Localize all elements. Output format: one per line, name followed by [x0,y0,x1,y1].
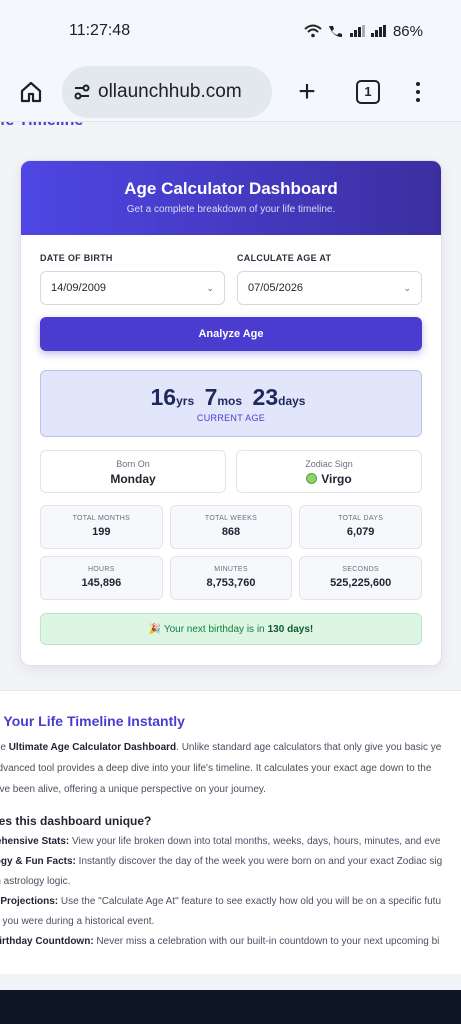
zodiac-label: Zodiac Sign [305,459,353,469]
card-title: Age Calculator Dashboard [124,179,338,198]
new-tab-button[interactable]: + [292,75,322,109]
status-time: 11:27:48 [69,22,131,39]
site-footer [0,990,461,1024]
stat-label: SECONDS [342,566,380,573]
stat-label: HOURS [87,566,115,573]
stat-total-months: TOTAL MONTHS 199 [40,505,163,549]
zodiac-value-row: Virgo [237,472,421,486]
stat-seconds: SECONDS 525,225,600 [299,556,422,600]
age-months: 7 [204,384,218,410]
page-content: fe Timeline Age Calculator Dashboard Get… [0,122,461,1024]
article-line-2: advanced tool provides a deep dive into … [0,763,432,774]
stat-hours: HOURS 145,896 [40,556,163,600]
feature-list: rehensive Stats: View your life broken d… [0,832,461,952]
stat-total-weeks: TOTAL WEEKS 868 [169,505,293,549]
stat-minutes: MINUTES 8,753,760 [169,556,293,600]
born-on-card: Born On Monday [40,450,226,493]
next-birthday-banner: 🎉 Your next birthday is in 130 days! [40,613,422,645]
status-icons [304,24,387,38]
card-header: Age Calculator Dashboard Get a complete … [21,161,441,235]
age-days: 23 [252,384,279,410]
stat-label: MINUTES [214,566,248,573]
peek-heading: fe Timeline [0,122,83,130]
status-bar: 11:27:48 86% [0,0,461,62]
current-age-caption: CURRENT AGE [196,413,266,423]
dob-input[interactable]: 14/09/2009 ⌄ [40,271,225,305]
chevron-down-icon: ⌄ [206,282,214,293]
article-emphasis: Ultimate Age Calculator Dashboard [8,742,177,753]
list-item: rn astrology logic. [0,876,71,887]
stat-value: 199 [92,526,111,538]
address-bar[interactable]: ollaunchhub.com [62,65,272,118]
stat-total-days: TOTAL DAYS 6,079 [299,505,422,549]
age-months-unit: mos [217,394,243,408]
article-paragraph: the Ultimate Age Calculator Dashboard. U… [0,737,461,800]
tab-switcher-button[interactable]: 1 [356,79,380,104]
age-calculator-card: Age Calculator Dashboard Get a complete … [20,160,442,666]
zodiac-value: Virgo [321,472,352,486]
site-settings-icon[interactable] [72,82,92,102]
birth-facts: Born On Monday Zodiac Sign Virgo [40,450,422,493]
stat-value: 525,225,600 [330,577,392,589]
stat-label: TOTAL WEEKS [204,515,258,522]
calc-date-label: CALCULATE AGE AT [237,253,332,263]
calc-date-field: CALCULATE AGE AT 07/05/2026 ⌄ [237,253,422,305]
zodiac-card: Zodiac Sign Virgo [236,450,422,493]
date-inputs: DATE OF BIRTH 14/09/2009 ⌄ CALCULATE AGE… [21,235,441,305]
article-subheading: kes this dashboard unique? [0,814,152,828]
stat-value: 8,753,760 [206,577,256,589]
virgo-icon [306,473,318,484]
home-button[interactable] [12,73,50,111]
article-line-3: u've been alive, offering a unique persp… [0,784,266,795]
born-on-label: Born On [116,459,150,469]
calc-date-value: 07/05/2026 [248,282,304,294]
signal-icon-1 [349,25,366,37]
article-title: e Your Life Timeline Instantly [0,713,185,729]
stat-value: 868 [221,526,241,538]
list-item: ld you were during a historical event. [0,916,155,927]
chevron-down-icon: ⌄ [403,282,411,293]
browser-toolbar: ollaunchhub.com + 1 [0,62,461,122]
more-menu-button[interactable] [416,81,420,102]
stat-value: 6,079 [346,526,375,538]
wifi-icon [304,24,322,38]
stat-label: TOTAL MONTHS [72,515,131,522]
list-item: Birthday Countdown: Never miss a celebra… [0,936,440,947]
dob-field: DATE OF BIRTH 14/09/2009 ⌄ [40,253,225,305]
list-item: logy & Fun Facts: Instantly discover the… [0,856,443,867]
card-subtitle: Get a complete breakdown of your life ti… [126,204,336,215]
article-section: e Your Life Timeline Instantly the Ultim… [0,690,461,974]
age-years: 16 [150,384,177,410]
born-on-value: Monday [110,472,156,486]
list-item: e Projections: Use the "Calculate Age At… [0,896,442,907]
birthday-days: 130 days! [267,623,314,635]
list-item: rehensive Stats: View your life broken d… [0,836,441,847]
age-readout: 16yrs 7mos 23days [41,384,421,411]
signal-icon-2 [370,25,387,37]
status-right: 86% [304,23,423,40]
dob-label: DATE OF BIRTH [40,253,113,263]
calc-date-input[interactable]: 07/05/2026 ⌄ [237,271,422,305]
article-line-1: the Ultimate Age Calculator Dashboard. U… [0,742,442,753]
stat-value: 145,896 [81,577,122,589]
stats-grid: TOTAL MONTHS 199 TOTAL WEEKS 868 TOTAL DAY… [40,505,422,600]
birthday-prefix: 🎉 Your next birthday is in [148,623,265,635]
home-icon [20,81,42,102]
url-text[interactable]: ollaunchhub.com [98,81,242,103]
dob-value: 14/09/2009 [51,282,107,294]
current-age-box: 16yrs 7mos 23days CURRENT AGE [40,370,422,437]
analyze-age-button[interactable]: Analyze Age [40,317,422,351]
age-years-unit: yrs [176,394,195,408]
stat-label: TOTAL DAYS [338,515,384,522]
call-icon [328,26,342,37]
age-days-unit: days [278,394,306,408]
tab-count: 1 [364,84,372,99]
battery-level: 86% [392,22,423,40]
